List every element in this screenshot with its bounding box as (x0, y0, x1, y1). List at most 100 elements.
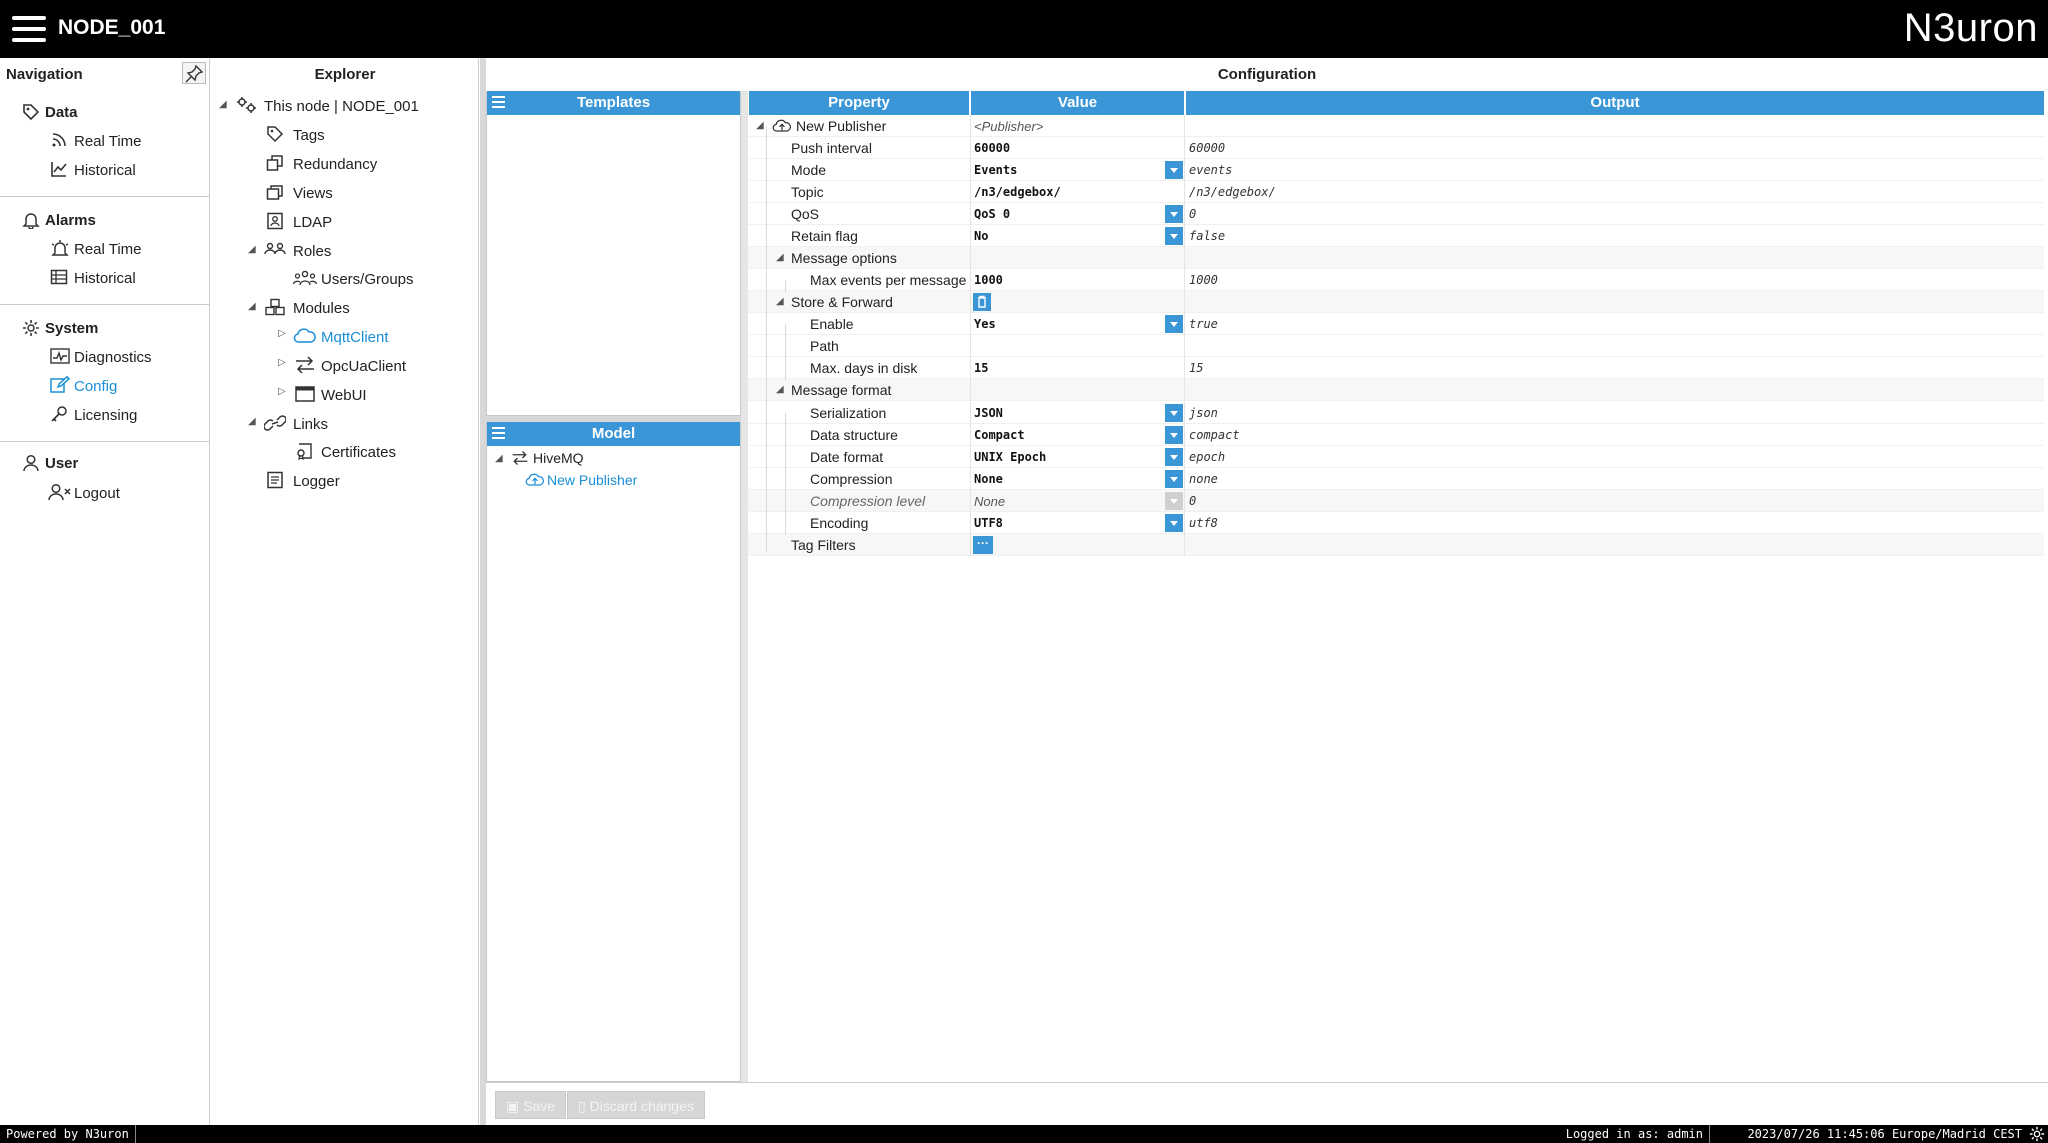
explorer-item-links[interactable]: Links (293, 416, 328, 433)
grid-row-enable[interactable]: Enable Yes true (748, 313, 2044, 335)
column-header-property[interactable]: Property (749, 91, 969, 115)
explorer-item-roles[interactable]: Roles (293, 243, 331, 260)
dropdown-arrow-icon[interactable] (1165, 227, 1183, 245)
expand-arrow-icon[interactable]: ▷ (278, 328, 286, 339)
collapse-arrow-icon[interactable]: ◢ (776, 252, 784, 263)
explorer-item-this-node[interactable]: This node | NODE_001 (264, 98, 419, 115)
grid-row-topic[interactable]: Topic /n3/edgebox/ /n3/edgebox/ (748, 181, 2044, 203)
grid-row-data-structure[interactable]: Data structure Compact compact (748, 424, 2044, 446)
grid-row-max-days[interactable]: Max. days in disk 15 15 (748, 357, 2044, 379)
value-select[interactable]: No (974, 229, 988, 243)
grid-row-serialization[interactable]: Serialization JSON json (748, 402, 2044, 424)
explorer-item-certificates[interactable]: Certificates (321, 444, 396, 461)
grid-row-message-format[interactable]: ◢ Message format (748, 379, 2044, 401)
explorer-item-logger[interactable]: Logger (293, 473, 340, 490)
dropdown-arrow-icon[interactable] (1165, 426, 1183, 444)
explorer-item-opcuaclient[interactable]: OpcUaClient (321, 358, 406, 375)
save-button[interactable]: ▣ Save (495, 1091, 567, 1119)
value-select[interactable]: JSON (974, 406, 1003, 420)
nav-system-licensing[interactable]: Licensing (74, 407, 137, 424)
tree-guide (766, 126, 767, 552)
nav-user-logout[interactable]: Logout (74, 485, 120, 502)
grid-row-path[interactable]: Path (748, 335, 2044, 357)
nav-section-user[interactable]: User (45, 455, 78, 472)
hamburger-menu-icon[interactable] (12, 16, 46, 42)
collapse-arrow-icon[interactable]: ◢ (248, 301, 256, 312)
explorer-item-views[interactable]: Views (293, 185, 333, 202)
dropdown-arrow-icon[interactable] (1165, 205, 1183, 223)
pin-icon[interactable] (182, 62, 206, 84)
column-header-output[interactable]: Output (1186, 91, 2044, 115)
grid-row-message-options[interactable]: ◢ Message options (748, 247, 2044, 269)
nav-system-config[interactable]: Config (74, 378, 117, 395)
discard-changes-button[interactable]: ▯ Discard changes (567, 1091, 705, 1119)
grid-row-compression[interactable]: Compression None none (748, 468, 2044, 490)
trash-icon[interactable] (973, 293, 991, 311)
grid-row-date-format[interactable]: Date format UNIX Epoch epoch (748, 446, 2044, 468)
collapse-arrow-icon[interactable]: ◢ (219, 99, 227, 110)
grid-row-store-forward[interactable]: ◢ Store & Forward (748, 291, 2044, 313)
grid-row-push-interval[interactable]: Push interval 60000 60000 (748, 137, 2044, 159)
property-label: Compression (810, 471, 893, 487)
nav-data-realtime[interactable]: Real Time (74, 133, 142, 150)
nav-alarms-historical[interactable]: Historical (74, 270, 136, 287)
nav-divider (0, 441, 209, 442)
grid-row-new-publisher[interactable]: ◢ New Publisher <Publisher> (748, 115, 2044, 137)
value-select[interactable]: UNIX Epoch (974, 450, 1046, 464)
expand-arrow-icon[interactable]: ▷ (278, 357, 286, 368)
collapse-arrow-icon[interactable]: ◢ (495, 453, 503, 464)
value-select[interactable]: QoS 0 (974, 207, 1010, 221)
value-input[interactable]: 15 (974, 361, 988, 375)
n3uron-logo: N3uron (1903, 6, 2038, 50)
dropdown-arrow-icon[interactable] (1165, 161, 1183, 179)
explorer-item-redundancy[interactable]: Redundancy (293, 156, 377, 173)
explorer-item-mqttclient[interactable]: MqttClient (321, 329, 389, 346)
grid-splitter[interactable] (741, 91, 748, 1082)
nav-section-data[interactable]: Data (45, 104, 78, 121)
value-select[interactable]: Compact (974, 428, 1025, 442)
collapse-arrow-icon[interactable]: ◢ (776, 296, 784, 307)
edit-icon (50, 376, 70, 394)
nav-alarms-realtime[interactable]: Real Time (74, 241, 142, 258)
collapse-arrow-icon[interactable]: ◢ (776, 384, 784, 395)
nav-section-system[interactable]: System (45, 320, 98, 337)
model-item-new-publisher[interactable]: New Publisher (547, 472, 637, 488)
value-select[interactable]: Yes (974, 317, 996, 331)
settings-gear-icon[interactable] (2029, 1126, 2045, 1142)
collapse-arrow-icon[interactable]: ◢ (248, 244, 256, 255)
dropdown-arrow-icon[interactable] (1165, 514, 1183, 532)
expand-arrow-icon[interactable]: ▷ (278, 386, 286, 397)
explorer-item-webui[interactable]: WebUI (321, 387, 367, 404)
grid-row-qos[interactable]: QoS QoS 0 0 (748, 203, 2044, 225)
value-input[interactable]: 1000 (974, 273, 1003, 287)
dropdown-arrow-icon[interactable] (1165, 315, 1183, 333)
grid-row-encoding[interactable]: Encoding UTF8 utf8 (748, 512, 2044, 534)
explorer-item-users-groups[interactable]: Users/Groups (321, 271, 414, 288)
collapse-arrow-icon[interactable]: ◢ (756, 120, 764, 131)
value-select[interactable]: UTF8 (974, 516, 1003, 530)
cloud-icon (293, 327, 317, 345)
grid-row-mode[interactable]: Mode Events events (748, 159, 2044, 181)
value-select[interactable]: None (974, 472, 1003, 486)
nav-system-diagnostics[interactable]: Diagnostics (74, 349, 152, 366)
property-label: Tag Filters (791, 537, 856, 553)
grid-row-tag-filters[interactable]: Tag Filters ··· (748, 534, 2044, 556)
model-item-hivemq[interactable]: HiveMQ (533, 450, 584, 466)
nav-section-alarms[interactable]: Alarms (45, 212, 96, 229)
dropdown-arrow-icon[interactable] (1165, 470, 1183, 488)
collapse-arrow-icon[interactable]: ◢ (248, 416, 256, 427)
value-input[interactable]: /n3/edgebox/ (974, 185, 1061, 199)
value-select[interactable]: Events (974, 163, 1017, 177)
grid-row-retain-flag[interactable]: Retain flag No false (748, 225, 2044, 247)
cloud-upload-icon (525, 472, 545, 488)
more-options-icon[interactable]: ··· (973, 536, 993, 554)
column-header-value[interactable]: Value (971, 91, 1184, 115)
explorer-item-tags[interactable]: Tags (293, 127, 325, 144)
explorer-item-ldap[interactable]: LDAP (293, 214, 332, 231)
nav-data-historical[interactable]: Historical (74, 162, 136, 179)
dropdown-arrow-icon[interactable] (1165, 448, 1183, 466)
explorer-item-modules[interactable]: Modules (293, 300, 350, 317)
value-input[interactable]: 60000 (974, 141, 1010, 155)
grid-row-max-events[interactable]: Max events per message 1000 1000 (748, 269, 2044, 291)
dropdown-arrow-icon[interactable] (1165, 404, 1183, 422)
